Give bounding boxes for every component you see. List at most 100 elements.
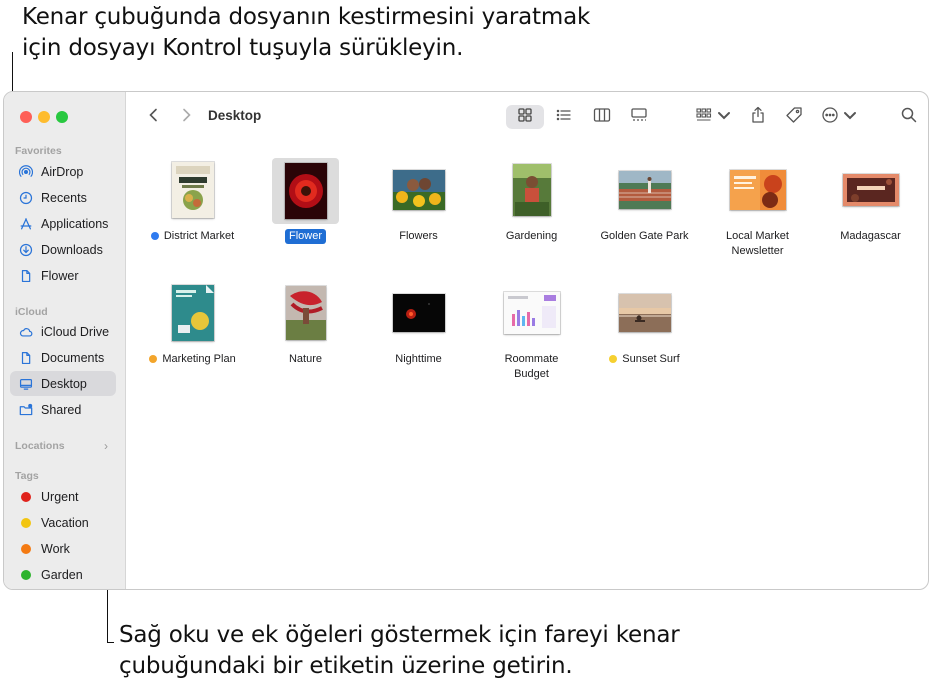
park-photo-thumbnail-icon (618, 171, 671, 209)
sidebar-tag-urgent[interactable]: Urgent (10, 484, 116, 509)
download-icon (18, 242, 34, 258)
nature-photo-thumbnail-icon (285, 286, 326, 340)
sidebar-item-documents[interactable]: Documents (10, 345, 116, 370)
locations-header: Locations (15, 440, 65, 452)
sidebar-item-shared[interactable]: Shared (10, 397, 116, 422)
sidebar-item-recents[interactable]: Recents (10, 185, 116, 210)
share-icon (749, 106, 767, 129)
gallery-view-button[interactable] (624, 105, 654, 129)
file-name: Nature (288, 353, 323, 365)
favorites-header: Favorites (15, 145, 62, 157)
close-window-button[interactable] (20, 111, 32, 123)
tags-button[interactable] (782, 105, 806, 129)
ellipsis-circle-icon (821, 106, 839, 129)
file-thumbnail (475, 281, 588, 345)
gallery-icon (630, 106, 648, 129)
file-label: Nighttime (362, 352, 475, 367)
file-thumbnail (362, 158, 475, 222)
share-button[interactable] (746, 105, 770, 129)
file-label: Nature (249, 352, 362, 367)
sidebar-item-label: Applications (41, 216, 109, 231)
file-label: Madagascar (814, 229, 927, 244)
icon-view-button[interactable] (506, 105, 544, 129)
sidebar-tag-work[interactable]: Work (10, 536, 116, 561)
sidebar-item-airdrop[interactable]: AirDrop (10, 159, 116, 184)
sidebar-item-desktop[interactable]: Desktop (10, 371, 116, 396)
chevron-left-icon (145, 106, 163, 129)
sidebar-item-label: Recents (41, 190, 87, 205)
main-content: Desktop District Market Flower Flowers G… (127, 92, 928, 589)
columns-icon (593, 106, 611, 129)
sidebar-item-label: Documents (41, 350, 105, 365)
search-button[interactable] (897, 105, 921, 129)
sidebar-tag-garden[interactable]: Garden (10, 562, 116, 587)
tag-color-dot (21, 569, 31, 580)
file-name: Roommate Budget (504, 353, 559, 380)
spreadsheet-thumbnail-icon (503, 292, 560, 334)
sidebar-item-label: Urgent (41, 489, 79, 504)
finder-window: Favorites AirDrop Recents Applications D… (3, 91, 929, 590)
minimize-window-button[interactable] (38, 111, 50, 123)
sidebar-item-flower[interactable]: Flower (10, 263, 116, 288)
file-label: Gardening (475, 229, 588, 244)
file-name: District Market (163, 230, 235, 242)
callout-top: Kenar çubuğunda dosyanın kestirmesini ya… (22, 2, 722, 64)
callout-top-line-2: için dosyayı Kontrol tuşuyla sürükleyin. (22, 35, 464, 61)
file-label: District Market (136, 229, 249, 244)
grid-icon (516, 106, 534, 129)
more-actions-button[interactable] (820, 105, 860, 129)
sidebar: Favorites AirDrop Recents Applications D… (4, 92, 126, 589)
file-thumbnail (814, 158, 927, 222)
applications-icon (18, 216, 34, 232)
list-view-button[interactable] (549, 105, 579, 129)
sidebar-item-label: Downloads (41, 242, 103, 257)
chevron-right-icon[interactable]: › (104, 439, 108, 453)
sidebar-item-label: iCloud Drive (41, 324, 110, 339)
file-name: Madagascar (840, 230, 901, 242)
sidebar-item-applications[interactable]: Applications (10, 211, 116, 236)
file-name: Sunset Surf (622, 353, 680, 365)
nighttime-photo-thumbnail-icon (392, 294, 445, 332)
chevron-down-icon (715, 106, 733, 129)
file-thumbnail (475, 158, 588, 222)
poster-thumbnail-icon (171, 162, 214, 218)
callout-bottom-leader-tick (107, 642, 114, 643)
file-thumbnail (272, 158, 339, 224)
search-icon (900, 106, 918, 129)
column-view-button[interactable] (587, 105, 617, 129)
chevron-right-icon (177, 106, 195, 129)
document-icon (18, 350, 34, 366)
file-label: Flowers (362, 229, 475, 244)
toolbar: Desktop (127, 92, 928, 140)
callout-bottom-line-2: çubuğundaki bir etiketin üzerine getirin… (119, 653, 573, 679)
forward-button[interactable] (176, 105, 196, 129)
tag-icon (785, 106, 803, 129)
sidebar-tag-vacation[interactable]: Vacation (10, 510, 116, 535)
sidebar-item-icloud-drive[interactable]: iCloud Drive (10, 319, 116, 344)
file-label: Sunset Surf (588, 352, 701, 367)
group-by-button[interactable] (694, 105, 734, 129)
window-title: Desktop (208, 108, 262, 123)
sidebar-item-downloads[interactable]: Downloads (10, 237, 116, 262)
file-name: Gardening (505, 230, 558, 242)
flower-photo-thumbnail-icon (284, 163, 327, 219)
sidebar-item-label: Desktop (41, 376, 87, 391)
tag-color-dot (609, 355, 618, 363)
group-icon (695, 106, 713, 129)
back-button[interactable] (144, 105, 164, 129)
desktop-icon (18, 376, 34, 392)
cloud-icon (18, 324, 34, 340)
sidebar-item-label: Work (41, 541, 70, 556)
callout-top-line-1: Kenar çubuğunda dosyanın kestirmesini ya… (22, 4, 591, 30)
madagascar-thumbnail-icon (842, 174, 899, 206)
sidebar-item-label: Shared (41, 402, 82, 417)
file-name: Flower (284, 229, 326, 244)
document-icon (18, 268, 34, 284)
file-name: Local Market Newsletter (726, 230, 789, 257)
tag-color-dot (21, 543, 31, 554)
callout-bottom: Sağ oku ve ek öğeleri göstermek için far… (119, 620, 879, 682)
zoom-window-button[interactable] (56, 111, 68, 123)
sidebar-item-label: Vacation (41, 515, 89, 530)
newsletter-thumbnail-icon (729, 170, 786, 210)
flowers-photo-thumbnail-icon (392, 170, 445, 210)
